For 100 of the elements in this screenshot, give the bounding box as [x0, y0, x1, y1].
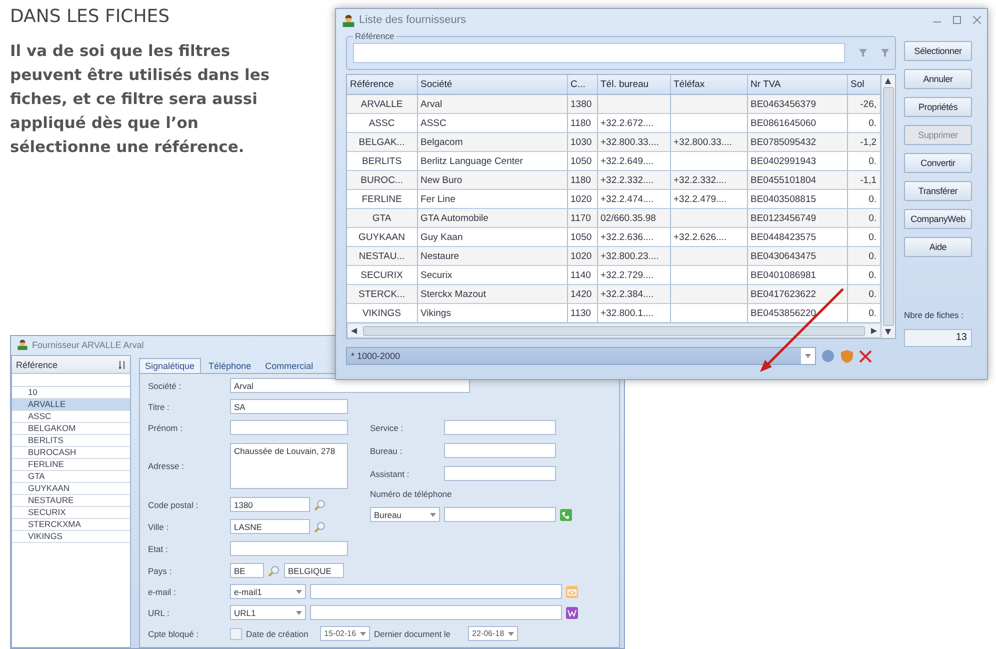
- input-field[interactable]: 1380: [230, 497, 310, 512]
- table-cell: BE0861645060: [747, 114, 847, 132]
- reference-input-field[interactable]: [353, 43, 845, 63]
- tab[interactable]: Signalétique: [139, 358, 201, 373]
- scroll-arrow-icon[interactable]: [870, 328, 876, 334]
- input-field[interactable]: [444, 507, 556, 522]
- list-item[interactable]: GUYKAAN: [12, 483, 130, 495]
- person-icon: [342, 14, 355, 26]
- input-field[interactable]: [230, 541, 348, 556]
- action-button[interactable]: CompanyWeb: [904, 209, 972, 229]
- column-header[interactable]: Tél. bureau: [597, 75, 670, 94]
- checkbox[interactable]: [230, 628, 242, 640]
- input-field[interactable]: [444, 466, 556, 481]
- sort-icon[interactable]: [119, 360, 126, 368]
- list-item[interactable]: BUROCASH: [12, 447, 130, 459]
- caret-icon[interactable]: [430, 512, 436, 516]
- list-item[interactable]: SECURIX: [12, 507, 130, 519]
- shield-icon[interactable]: [840, 349, 854, 363]
- column-header[interactable]: Société: [417, 75, 567, 94]
- field-label: URL :: [148, 608, 170, 618]
- action-button[interactable]: Propriétés: [904, 97, 972, 117]
- input-field[interactable]: BE: [230, 563, 264, 578]
- list-item[interactable]: BELGAKOM: [12, 423, 130, 435]
- input-field[interactable]: [230, 420, 348, 435]
- email-type-dropdown[interactable]: e-mail1: [230, 584, 306, 599]
- column-header[interactable]: Téléfax: [670, 75, 747, 94]
- input-field[interactable]: [310, 605, 562, 620]
- list-item[interactable]: GTA: [12, 471, 130, 483]
- table-cell: 1180: [567, 114, 597, 132]
- tab[interactable]: Commercial: [259, 358, 320, 373]
- input-field[interactable]: SA: [230, 399, 348, 414]
- action-button[interactable]: Aide: [904, 237, 972, 257]
- magnifier-icon[interactable]: [314, 520, 326, 532]
- filter-dropdown[interactable]: * 1000-2000: [346, 347, 816, 365]
- list-item[interactable]: FERLINE: [12, 459, 130, 471]
- table-cell: BE0463456379: [747, 94, 847, 114]
- scroll-arrow-icon[interactable]: [885, 329, 892, 335]
- caret-icon[interactable]: [296, 610, 302, 614]
- close-icon[interactable]: [859, 350, 872, 362]
- section-heading: DANS LES FICHES: [10, 6, 171, 27]
- funnel-icon[interactable]: [859, 49, 867, 57]
- scroll-arrow-icon[interactable]: [885, 78, 892, 84]
- caret-icon[interactable]: [360, 632, 366, 636]
- input-field[interactable]: [444, 443, 556, 458]
- phone-icon[interactable]: [560, 508, 572, 520]
- close-icon[interactable]: [973, 16, 981, 24]
- list-item[interactable]: ARVALLE: [12, 399, 130, 411]
- table-cell: +32.2.672....: [597, 114, 670, 132]
- date-field[interactable]: 15-02-16: [320, 626, 370, 641]
- action-button[interactable]: Convertir: [904, 153, 972, 173]
- table-cell: +32.800.33....: [670, 132, 747, 152]
- maximize-icon[interactable]: [953, 16, 961, 24]
- phone-type-dropdown[interactable]: Bureau: [370, 507, 440, 522]
- magnifier-icon[interactable]: [268, 564, 280, 576]
- list-item[interactable]: VIKINGS: [12, 531, 130, 543]
- input-field[interactable]: LASNE: [230, 519, 310, 534]
- table-cell: -1,2: [847, 132, 880, 152]
- table-cell: 0.: [847, 190, 880, 208]
- table-cell: 0.: [847, 266, 880, 284]
- input-field[interactable]: [310, 584, 562, 599]
- tab[interactable]: Téléphone: [202, 358, 258, 373]
- action-button[interactable]: Annuler: [904, 69, 972, 89]
- caret-icon[interactable]: [296, 590, 302, 594]
- field-label: Service :: [370, 422, 404, 432]
- column-header[interactable]: Sol: [847, 75, 880, 94]
- table-cell: Fer Line: [417, 190, 567, 208]
- url-type-dropdown[interactable]: URL1: [230, 605, 306, 620]
- action-button[interactable]: Sélectionner: [904, 41, 972, 61]
- column-header[interactable]: Référence: [347, 75, 417, 94]
- list-item[interactable]: ASSC: [12, 411, 130, 423]
- horizontal-scrollbar[interactable]: [347, 323, 880, 338]
- input-field[interactable]: Chaussée de Louvain, 278: [230, 443, 348, 489]
- list-item[interactable]: 10: [12, 387, 130, 399]
- person-icon: [17, 339, 28, 350]
- list-item[interactable]: STERCKXMA: [12, 519, 130, 531]
- web-icon[interactable]: [566, 606, 578, 618]
- table-cell: -1,1: [847, 170, 880, 190]
- caret-icon[interactable]: [508, 632, 514, 636]
- list-item[interactable]: BERLITS: [12, 435, 130, 447]
- envelope-icon[interactable]: [566, 586, 578, 598]
- funnel-icon[interactable]: [881, 49, 889, 57]
- field-label: Prénom :: [148, 422, 184, 432]
- table-cell: 1020: [567, 246, 597, 266]
- column-header[interactable]: C...: [567, 75, 597, 94]
- vertical-scrollbar[interactable]: [880, 75, 895, 338]
- column-header[interactable]: Nr TVA: [747, 75, 847, 94]
- magnifier-icon[interactable]: [314, 498, 326, 510]
- table-cell: Nestaure: [417, 246, 567, 266]
- table-cell: 0.: [847, 246, 880, 266]
- input-field[interactable]: Arval: [230, 378, 470, 393]
- count-label: Nbre de fiches :: [904, 309, 965, 321]
- scroll-arrow-icon[interactable]: [351, 328, 357, 334]
- caret-icon[interactable]: [805, 354, 811, 358]
- date-field[interactable]: 22-06-18: [468, 626, 518, 641]
- table-cell: BE0785095432: [747, 132, 847, 152]
- list-item[interactable]: NESTAURE: [12, 495, 130, 507]
- action-button[interactable]: Transférer: [904, 181, 972, 201]
- input-field[interactable]: [444, 420, 556, 435]
- table-cell: BE0403508815: [747, 190, 847, 208]
- table-cell: GTA: [347, 208, 417, 228]
